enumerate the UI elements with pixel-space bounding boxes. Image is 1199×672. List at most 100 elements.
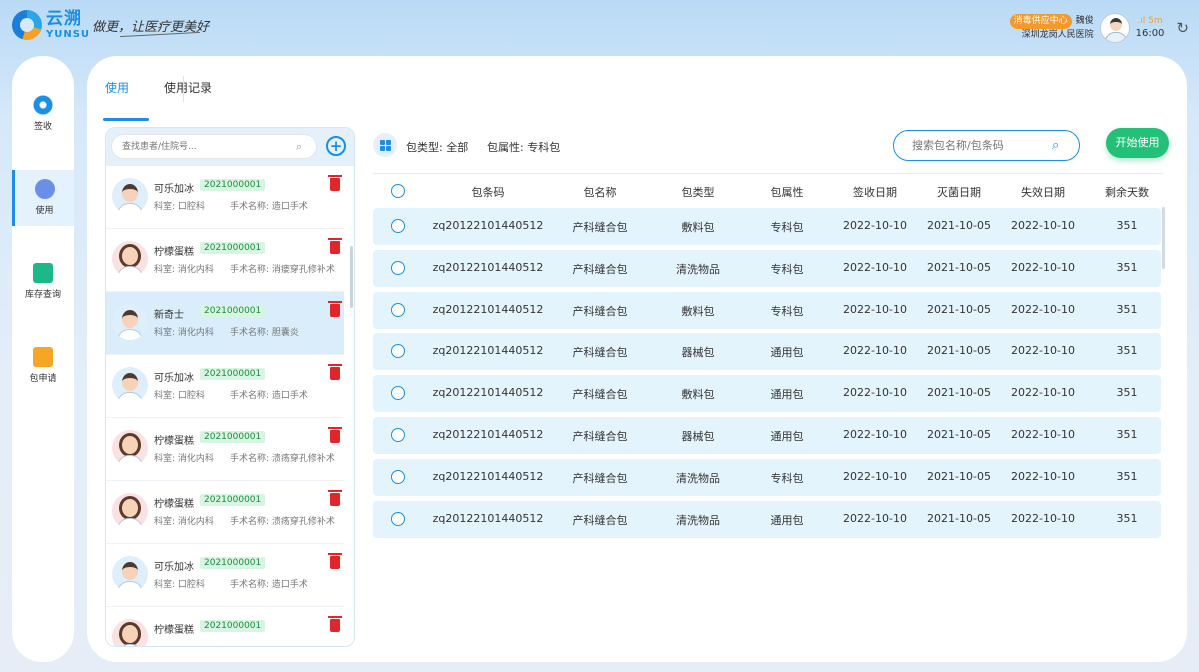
table-row[interactable]: zq20122101440512 产科缝合包 器械包 通用包 2022-10-10 202… (373, 417, 1161, 454)
table-cell: 2022-10-10 (843, 344, 907, 358)
table-cell: 专科包 (770, 262, 804, 276)
table-cell: 2021-10-05 (927, 386, 991, 400)
tab-use-records[interactable]: 使用记录 (164, 74, 212, 110)
table-cell: 2022-10-10 (843, 428, 907, 441)
column-header: 剩余天数 (1105, 186, 1149, 199)
scrollbar[interactable] (1162, 207, 1165, 269)
tab-bar: 使用 使用记录 (102, 74, 247, 121)
scrollbar[interactable] (350, 246, 353, 308)
nav-item-sign[interactable]: 签收 (12, 86, 74, 142)
patient-row[interactable]: 新奇士 2021000001 科室: 消化内科 手术名称: 胆囊炎 (106, 292, 344, 355)
table-cell: 2021-10-05 (927, 260, 991, 274)
table-cell: 351 (1116, 260, 1138, 274)
table-cell: 产科缝合包 (572, 388, 628, 402)
filter-pack-attr[interactable]: 包属性: 专科包 (487, 139, 560, 155)
patient-row[interactable]: 柠檬蛋糕 2021000001 科室: 消化内科 手术名称: 消瘘穿孔修补术 (106, 229, 344, 292)
nav-label: 包申请 (29, 374, 57, 384)
avatar (112, 556, 148, 592)
search-icon[interactable]: ⌕ (1052, 138, 1059, 153)
table-cell: 2022-10-10 (1011, 386, 1075, 400)
table-cell: 351 (1116, 511, 1138, 525)
table-row[interactable]: zq20122101440512 产科缝合包 清洗物品 专科包 2022-10-10 20… (373, 458, 1161, 496)
delete-icon[interactable] (328, 616, 342, 632)
table-cell: 敷料包 (681, 304, 715, 318)
delete-icon[interactable] (328, 427, 342, 443)
nav-item-stock[interactable]: 库存查询 (12, 254, 74, 310)
table-cell: 351 (1116, 219, 1138, 232)
hospital-name: 深圳龙岗人民医院 (1021, 30, 1094, 40)
avatar (112, 178, 148, 214)
start-use-button[interactable]: 开始使用 (1106, 128, 1169, 158)
avatar (112, 493, 148, 529)
table-row[interactable]: zq20122101440512 产科缝合包 敷料包 专科包 2022-10-10 202… (373, 291, 1161, 329)
patient-row[interactable]: 可乐加冰 2021000001 科室: 口腔科 手术名称: 造口手术 (106, 355, 344, 418)
user-name: 魏俊 (1075, 16, 1094, 27)
table-row[interactable]: zq20122101440512 产科缝合包 敷料包 通用包 2022-10-10 202… (373, 375, 1161, 413)
tab-use[interactable]: 使用 (102, 74, 150, 121)
patient-surgery: 手术名称: 溃疡穿孔修补术 (230, 454, 335, 464)
table-cell: 清洗物品 (676, 513, 720, 527)
column-header: 包名称 (583, 186, 617, 199)
table-cell: 敷料包 (681, 388, 715, 402)
patient-id-badge: 2021000001 (200, 242, 266, 254)
row-checkbox[interactable] (391, 302, 405, 317)
delete-icon[interactable] (328, 490, 342, 506)
filter-pack-type[interactable]: 包类型: 全部 (406, 139, 468, 155)
patient-id-badge: 2021000001 (200, 305, 266, 317)
avatar (112, 241, 148, 277)
row-checkbox[interactable] (391, 260, 405, 275)
nav-label: 签收 (33, 122, 52, 132)
row-checkbox[interactable] (391, 428, 405, 442)
table-cell: 2022-10-10 (843, 511, 907, 525)
table-cell: zq20122101440512 (432, 511, 544, 525)
dept-badge: 消毒供应中心 (1009, 14, 1072, 29)
table-row[interactable]: zq20122101440512 产科缝合包 敷料包 专科包 2022-10-10 202… (373, 208, 1161, 245)
avatar (112, 619, 148, 646)
delete-icon[interactable] (328, 175, 342, 191)
refresh-icon[interactable]: ↻ (1176, 19, 1189, 37)
patient-id-badge: 2021000001 (200, 368, 266, 380)
table-row[interactable]: zq20122101440512 产科缝合包 清洗物品 通用包 2022-10-10 20… (373, 500, 1161, 538)
nav-item-use[interactable]: 使用 (12, 170, 74, 226)
patient-search-input[interactable] (111, 134, 317, 159)
grid-icon[interactable] (373, 133, 397, 157)
table-row[interactable]: zq20122101440512 产科缝合包 器械包 通用包 2022-10-10 202… (373, 333, 1161, 371)
patient-row[interactable]: 柠檬蛋糕 2021000001 科室: 消化内科 手术名称: 溃疡穿孔修补术 (106, 418, 344, 481)
delete-icon[interactable] (328, 364, 342, 380)
app-logo: 云溯 YUNSU (12, 10, 90, 40)
nav-item-apply[interactable]: 包申请 (12, 338, 74, 394)
table-cell: 专科包 (770, 304, 804, 318)
row-checkbox[interactable] (391, 386, 405, 401)
patient-row[interactable]: 柠檬蛋糕 2021000001 科室: 消化内科 手术名称: 溃疡穿孔修补术 (106, 481, 344, 544)
select-all-checkbox[interactable] (391, 184, 405, 198)
column-header: 包条码 (471, 186, 505, 199)
patient-row[interactable]: 可乐加冰 2021000001 科室: 口腔科 手术名称: 造口手术 (106, 166, 344, 229)
table-cell: 通用包 (770, 346, 804, 360)
table-cell: 2022-10-10 (1011, 511, 1075, 525)
row-checkbox[interactable] (391, 344, 405, 359)
table-cell: 专科包 (770, 471, 804, 485)
table-row[interactable]: zq20122101440512 产科缝合包 清洗物品 专科包 2022-10-10 20… (373, 249, 1161, 287)
patient-surgery: 手术名称: 造口手术 (230, 580, 308, 590)
signal-indicator: .ıl 5m (1137, 15, 1163, 26)
patient-dept: 科室: 消化内科 (154, 328, 214, 338)
user-avatar[interactable] (1099, 13, 1130, 43)
user-area: 消毒供应中心 魏俊 深圳龙岗人民医院 .ıl 5m 16:00 ↻ (1009, 10, 1189, 46)
row-checkbox[interactable] (391, 219, 405, 233)
patient-id-badge: 2021000001 (200, 494, 266, 506)
table-cell: 产科缝合包 (572, 430, 628, 443)
stock-icon (33, 263, 53, 283)
patient-row[interactable]: 柠檬蛋糕 2021000001 (106, 607, 344, 646)
delete-icon[interactable] (328, 301, 342, 317)
row-checkbox[interactable] (391, 469, 405, 484)
delete-icon[interactable] (328, 238, 342, 254)
logo-name-en: YUNSU (46, 28, 91, 40)
add-patient-button[interactable]: + (326, 136, 346, 156)
search-icon[interactable]: ⌕ (296, 140, 302, 154)
patient-surgery: 手术名称: 造口手术 (230, 391, 308, 401)
patient-surgery: 手术名称: 造口手术 (230, 202, 308, 212)
delete-icon[interactable] (328, 553, 342, 569)
row-checkbox[interactable] (391, 511, 405, 526)
patient-row[interactable]: 可乐加冰 2021000001 科室: 口腔科 手术名称: 造口手术 (106, 544, 344, 607)
patient-name: 新奇士 (154, 310, 184, 321)
